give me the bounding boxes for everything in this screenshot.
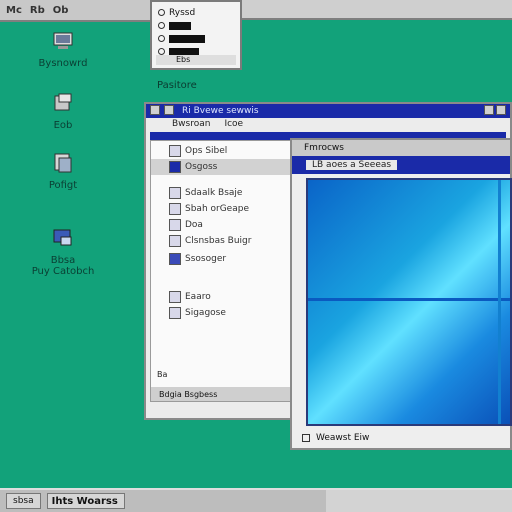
document-icon	[54, 153, 72, 173]
window-menu-icon[interactable]	[150, 105, 160, 115]
popup-row-3[interactable]	[158, 32, 234, 45]
side-item-9[interactable]: Sigagose	[151, 305, 293, 321]
folder-icon	[169, 253, 181, 265]
top-item-2[interactable]: Rb	[30, 5, 45, 16]
popup-row-2-bar	[169, 21, 191, 30]
folder-icon	[169, 235, 181, 247]
side-item-6[interactable]: Clsnsbas Buigr	[151, 233, 293, 249]
preview-divider-h	[308, 298, 510, 301]
desktop-icon-4-label: Bbsa Puy Catobch	[31, 255, 95, 277]
panel-corner-text: Ba	[157, 370, 168, 379]
folder-icon	[169, 219, 181, 231]
desktop-icon-3[interactable]: Pofigt	[18, 150, 108, 191]
desktop-icon-1-label: Bysnowrd	[38, 58, 88, 69]
wallpaper-preview	[306, 178, 512, 426]
radio-icon	[158, 35, 165, 42]
preview-footer-label: Weawst Eiw	[316, 433, 370, 443]
desktop-icon-1[interactable]: Bysnowrd	[18, 28, 108, 69]
menu-item-2[interactable]: Icoe	[224, 119, 243, 129]
window-menubar: Bwsroan Icoe	[146, 118, 510, 130]
desktop-icon-3-label: Pofigt	[48, 180, 78, 191]
preview-titlebar[interactable]: Fmrocws	[292, 140, 510, 156]
popup-row-2[interactable]	[158, 19, 234, 32]
start-button[interactable]: sbsa	[6, 493, 41, 509]
side-panel: Ops Sibel Osgoss Sdaalk Bsaje Sbah orGea…	[150, 140, 294, 402]
network-icon	[53, 229, 72, 246]
side-item-5-label: Doa	[185, 220, 203, 230]
menu-item-1[interactable]: Bwsroan	[172, 119, 210, 129]
side-item-6-label: Clsnsbas Buigr	[185, 236, 252, 246]
taskbar: sbsa Ihts Woarss	[0, 488, 512, 512]
preview-window: Fmrocws LB aoes a Seeeas Weawst Eiw	[290, 138, 512, 450]
desktop-label: Pasitore	[157, 80, 197, 91]
side-item-9-label: Sigagose	[185, 308, 226, 318]
side-item-7-label: Ssosoger	[185, 254, 227, 264]
preview-footer: Weawst Eiw	[298, 432, 369, 444]
side-item-4[interactable]: Sbah orGeape	[151, 201, 293, 217]
side-item-3-label: Sdaalk Bsaje	[185, 188, 243, 198]
radio-icon	[158, 22, 165, 29]
folder-icon	[169, 291, 181, 303]
window-app-icon	[164, 105, 174, 115]
desktop-icon-2[interactable]: Eob	[18, 90, 108, 131]
side-item-2-label: Osgoss	[185, 162, 218, 172]
radio-icon	[158, 48, 165, 55]
popup-row-3-bar	[169, 34, 205, 43]
taskbar-tray	[326, 490, 512, 512]
close-icon[interactable]	[496, 105, 506, 115]
folder-icon	[169, 203, 181, 215]
side-item-4-label: Sbah orGeape	[185, 204, 249, 214]
checkbox-icon[interactable]	[302, 434, 310, 442]
side-item-8[interactable]: Eaaro	[151, 289, 293, 305]
top-item-3[interactable]: Ob	[53, 5, 69, 16]
taskbar-task-label: Ihts Woarss	[51, 495, 118, 507]
desktop-icon-4[interactable]: Bbsa Puy Catobch	[18, 225, 108, 277]
side-item-8-label: Eaaro	[185, 292, 211, 302]
preview-divider-v	[498, 180, 501, 424]
maximize-icon[interactable]	[484, 105, 494, 115]
preview-tab[interactable]: LB aoes a Seeeas	[306, 160, 398, 170]
side-item-3[interactable]: Sdaalk Bsaje	[151, 185, 293, 201]
window-titlebar[interactable]: Ri Bvewe sewwis	[146, 104, 510, 118]
folder-icon	[169, 307, 181, 319]
folder-icon	[169, 187, 181, 199]
top-strip-right	[242, 0, 512, 20]
folder-icon	[169, 161, 181, 173]
side-item-5[interactable]: Doa	[151, 217, 293, 233]
radio-icon	[158, 9, 165, 16]
desktop-icon-2-label: Eob	[53, 120, 73, 131]
preview-tabbar: LB aoes a Seeeas	[292, 156, 510, 174]
folder-icon	[169, 145, 181, 157]
top-item-1[interactable]: Mc	[6, 5, 22, 16]
side-item-7[interactable]: Ssosoger	[151, 251, 293, 267]
taskbar-task[interactable]: Ihts Woarss	[46, 493, 125, 509]
side-item-2[interactable]: Osgoss	[151, 159, 293, 175]
popup-menu: Ryssd Ebs	[150, 0, 242, 70]
side-item-1-label: Ops Sibel	[185, 146, 228, 156]
computer-icon	[53, 32, 73, 49]
preview-title: Fmrocws	[304, 143, 344, 153]
popup-row-1-label: Ryssd	[169, 7, 196, 18]
start-button-label: sbsa	[13, 496, 34, 506]
popup-row-1[interactable]: Ryssd	[158, 6, 234, 19]
folder-icon	[54, 93, 72, 111]
side-item-1[interactable]: Ops Sibel	[151, 143, 293, 159]
top-menu-strip: Mc Rb Ob	[0, 0, 150, 22]
popup-footer: Ebs	[156, 55, 236, 65]
status-bar: Bdgia Bsgbess	[151, 387, 293, 401]
window-title: Ri Bvewe sewwis	[182, 106, 259, 116]
